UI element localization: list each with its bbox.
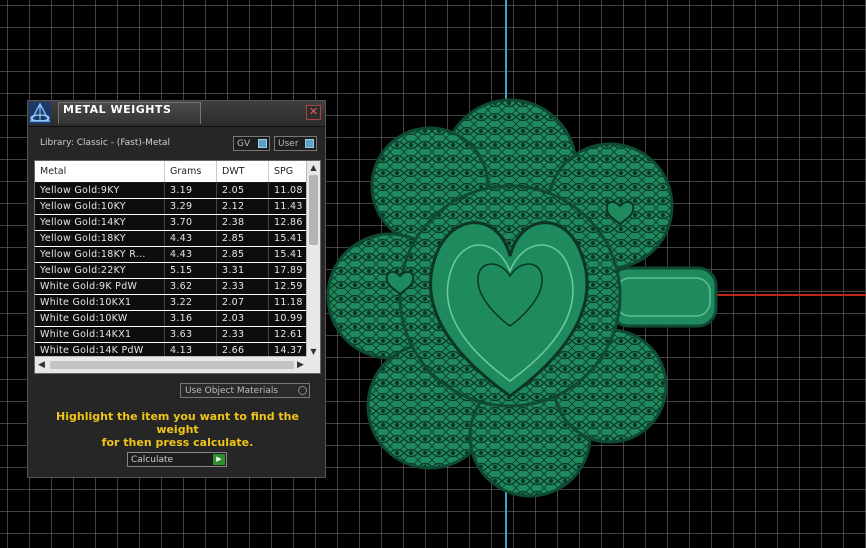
user-toggle[interactable]: User bbox=[274, 136, 317, 151]
instruction-line-2: for then press calculate. bbox=[101, 436, 254, 449]
metal-cell: White Gold:10KX1 bbox=[35, 295, 165, 310]
toggle-knob-icon bbox=[305, 139, 314, 148]
use-object-materials-label: Use Object Materials bbox=[185, 386, 279, 396]
panel-titlebar[interactable]: METAL WEIGHTS ✕ bbox=[28, 101, 325, 127]
scroll-corner bbox=[306, 357, 320, 373]
dwt-cell: 2.03 bbox=[217, 311, 269, 326]
grams-cell: 3.63 bbox=[165, 327, 217, 342]
grams-cell: 5.15 bbox=[165, 263, 217, 278]
chevron-left-icon[interactable]: ◀ bbox=[35, 357, 48, 373]
spg-cell: 12.86 bbox=[274, 217, 303, 228]
table-row[interactable]: White Gold:9K PdW 3.62 2.33 12.59 bbox=[35, 279, 307, 295]
column-header-grams[interactable]: Grams bbox=[165, 161, 217, 182]
dwt-cell: 3.31 bbox=[217, 263, 269, 278]
table-row[interactable]: White Gold:14KX1 3.63 2.33 12.61 bbox=[35, 327, 307, 343]
table-row[interactable]: Yellow Gold:22KY 5.15 3.31 17.89 bbox=[35, 263, 307, 279]
chevron-up-icon[interactable]: ▲ bbox=[307, 161, 320, 174]
library-label: Library: Classic - (Fast)-Metal bbox=[40, 138, 171, 148]
table-row[interactable]: Yellow Gold:14KY 3.70 2.38 12.86 bbox=[35, 215, 307, 231]
table-header: Metal Grams DWT SPG bbox=[35, 161, 307, 182]
dwt-cell: 2.33 bbox=[217, 327, 269, 342]
metal-cell: White Gold:10KW bbox=[35, 311, 165, 326]
column-header-dwt[interactable]: DWT bbox=[217, 161, 269, 182]
close-icon[interactable]: ✕ bbox=[306, 105, 321, 120]
dwt-cell: 2.12 bbox=[217, 199, 269, 214]
user-toggle-label: User bbox=[278, 139, 299, 149]
gv-toggle[interactable]: GV bbox=[233, 136, 270, 151]
scrollbar-thumb[interactable] bbox=[50, 361, 294, 369]
metal-cell: White Gold:9K PdW bbox=[35, 279, 165, 294]
grams-cell: 3.29 bbox=[165, 199, 217, 214]
play-icon: ▶ bbox=[213, 454, 225, 465]
table-row[interactable]: Yellow Gold:18KY 4.43 2.85 15.41 bbox=[35, 231, 307, 247]
grams-cell: 3.62 bbox=[165, 279, 217, 294]
use-object-materials-option[interactable]: Use Object Materials bbox=[180, 383, 310, 398]
spg-cell: 11.08 bbox=[274, 185, 303, 196]
dwt-cell: 2.33 bbox=[217, 279, 269, 294]
horizontal-scrollbar[interactable]: ◀ ▶ bbox=[35, 356, 307, 373]
dwt-cell: 2.38 bbox=[217, 215, 269, 230]
column-header-spg[interactable]: SPG bbox=[269, 161, 307, 182]
gv-toggle-label: GV bbox=[237, 139, 251, 149]
table-row[interactable]: White Gold:10KX1 3.22 2.07 11.18 bbox=[35, 295, 307, 311]
spg-cell: 10.99 bbox=[274, 313, 303, 324]
instruction-text: Highlight the item you want to find the … bbox=[38, 410, 317, 449]
metal-cell: Yellow Gold:18KY bbox=[35, 231, 165, 246]
panel-title: METAL WEIGHTS bbox=[58, 102, 201, 124]
grams-cell: 3.19 bbox=[165, 183, 217, 198]
metal-table[interactable]: Metal Grams DWT SPG Yellow Gold:9KY 3.19 2… bbox=[34, 160, 321, 374]
grams-cell: 4.43 bbox=[165, 247, 217, 262]
spg-cell: 15.41 bbox=[274, 249, 303, 260]
metal-cell: Yellow Gold:22KY bbox=[35, 263, 165, 278]
table-row[interactable]: Yellow Gold:18KY R... 4.43 2.85 15.41 bbox=[35, 247, 307, 263]
jewelry-model[interactable] bbox=[320, 96, 730, 498]
toggle-knob-icon bbox=[258, 139, 267, 148]
metal-weights-panel: METAL WEIGHTS ✕ Library: Classic - (Fast… bbox=[27, 100, 326, 478]
spg-cell: 11.18 bbox=[274, 297, 303, 308]
column-header-metal[interactable]: Metal bbox=[35, 161, 165, 182]
grams-cell: 3.16 bbox=[165, 311, 217, 326]
instruction-line-1: Highlight the item you want to find the … bbox=[56, 410, 299, 436]
spg-cell: 15.41 bbox=[274, 233, 303, 244]
table-row[interactable]: Yellow Gold:10KY 3.29 2.12 11.43 bbox=[35, 199, 307, 215]
dwt-cell: 2.07 bbox=[217, 295, 269, 310]
grams-cell: 3.70 bbox=[165, 215, 217, 230]
spg-cell: 17.89 bbox=[274, 265, 303, 276]
dwt-cell: 2.85 bbox=[217, 231, 269, 246]
metal-cell: Yellow Gold:10KY bbox=[35, 199, 165, 214]
metal-cell: Yellow Gold:14KY bbox=[35, 215, 165, 230]
calculate-button[interactable]: Calculate ▶ bbox=[127, 452, 227, 467]
radio-icon[interactable] bbox=[298, 386, 307, 395]
scrollbar-thumb[interactable] bbox=[309, 175, 318, 245]
spg-cell: 11.43 bbox=[274, 201, 303, 212]
vertical-scrollbar[interactable]: ▲ ▼ bbox=[306, 161, 320, 358]
metal-cell: Yellow Gold:9KY bbox=[35, 183, 165, 198]
dwt-cell: 2.85 bbox=[217, 247, 269, 262]
calculate-label: Calculate bbox=[131, 455, 174, 465]
spg-cell: 12.61 bbox=[274, 329, 303, 340]
dwt-cell: 2.05 bbox=[217, 183, 269, 198]
metal-cell: Yellow Gold:18KY R... bbox=[35, 247, 165, 262]
grams-cell: 3.22 bbox=[165, 295, 217, 310]
spg-cell: 12.59 bbox=[274, 281, 303, 292]
grams-cell: 4.43 bbox=[165, 231, 217, 246]
metal-cell: White Gold:14KX1 bbox=[35, 327, 165, 342]
table-row[interactable]: White Gold:10KW 3.16 2.03 10.99 bbox=[35, 311, 307, 327]
app-logo-icon bbox=[29, 102, 51, 124]
table-row[interactable]: Yellow Gold:9KY 3.19 2.05 11.08 bbox=[35, 183, 307, 199]
table-body: Yellow Gold:9KY 3.19 2.05 11.08 Yellow Gold:… bbox=[35, 183, 307, 359]
